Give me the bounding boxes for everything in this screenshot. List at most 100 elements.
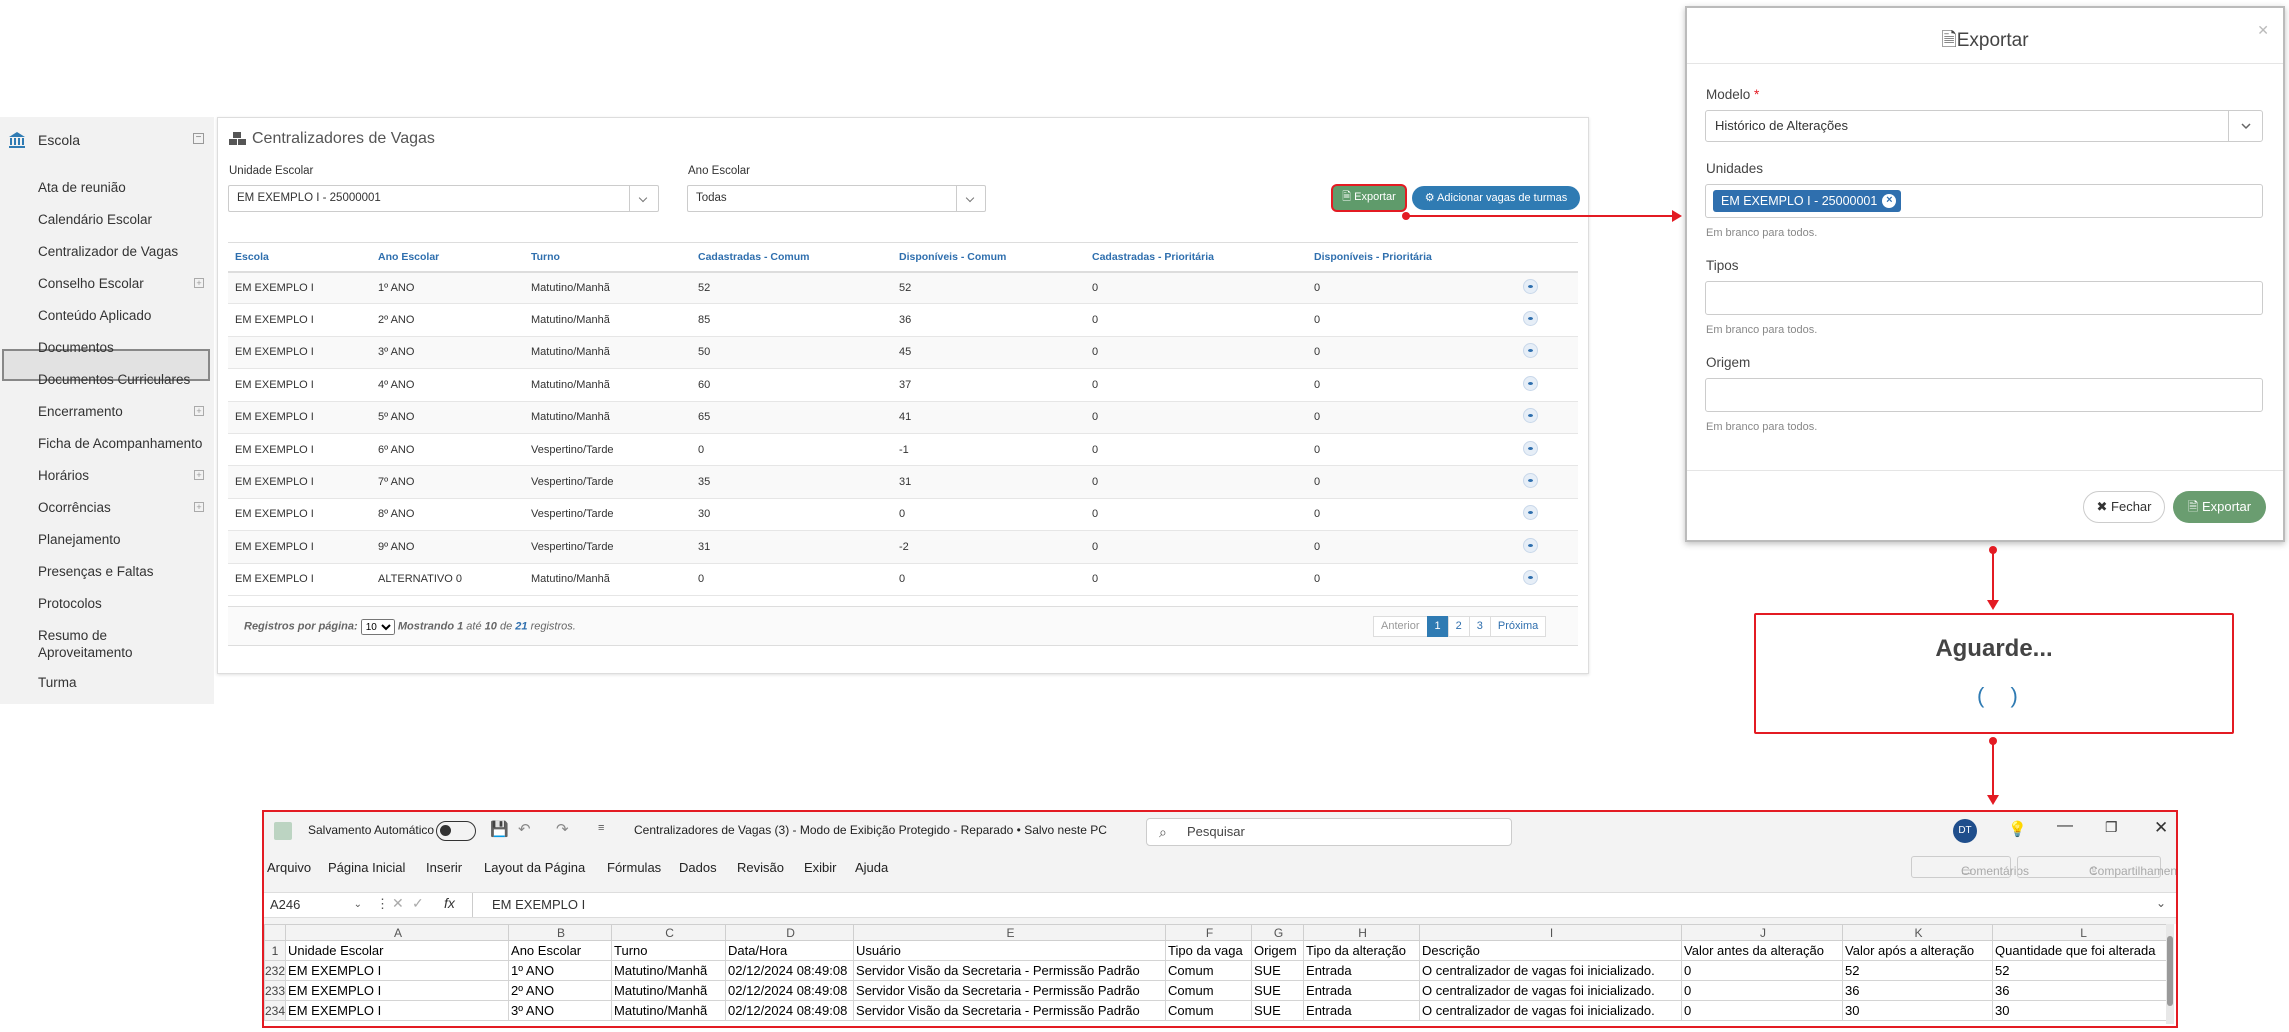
sheet-cell[interactable]: Comum [1165, 980, 1253, 1001]
sidebar-item[interactable]: Ata de reunião [38, 179, 126, 196]
sheet-cell[interactable]: 02/12/2024 08:49:08 [725, 980, 855, 1001]
sheet-cell[interactable]: SUE [1251, 960, 1305, 981]
redo-icon[interactable]: ↷ [556, 820, 569, 838]
sheet-cell[interactable]: Usuário [853, 940, 1167, 961]
sidebar-header[interactable]: Escola − [0, 125, 214, 155]
column-header[interactable]: Disponíveis - Comum [892, 242, 1085, 273]
column-letter[interactable]: F [1165, 924, 1253, 941]
sheet-cell[interactable]: Entrada [1303, 1000, 1421, 1021]
column-letter[interactable]: K [1842, 924, 1994, 941]
column-letter[interactable]: E [853, 924, 1167, 941]
column-letter[interactable]: H [1303, 924, 1421, 941]
column-letter[interactable]: A [285, 924, 510, 941]
unidades-field[interactable]: EM EXEMPLO I - 25000001 × [1705, 184, 2263, 218]
sheet-cell[interactable]: Matutino/Manhã [611, 960, 727, 981]
sidebar-item[interactable]: Horários [38, 467, 89, 484]
close-icon[interactable]: ✕ [2257, 22, 2269, 39]
eye-icon[interactable] [1523, 570, 1538, 586]
sheet-cell[interactable]: Quantidade que foi alterada [1992, 940, 2174, 961]
sheet-cell[interactable]: O centralizador de vagas foi inicializad… [1419, 980, 1683, 1001]
customize-toolbar-icon[interactable]: ≡ [598, 822, 604, 834]
search-input[interactable]: ⌕ Pesquisar [1146, 818, 1512, 846]
sheet-cell[interactable]: SUE [1251, 980, 1305, 1001]
sheet-cell[interactable]: Valor antes da alteração [1681, 940, 1844, 961]
expand-formula-icon[interactable]: ⌄ [2156, 896, 2166, 910]
sheet-cell[interactable]: Turno [611, 940, 727, 961]
tipos-field[interactable] [1705, 281, 2263, 315]
collapse-icon[interactable]: − [193, 133, 204, 144]
sheet-cell[interactable]: 0 [1681, 1000, 1844, 1021]
sidebar-item[interactable]: Presenças e Faltas [38, 563, 154, 580]
sidebar-item[interactable]: Protocolos [38, 595, 102, 612]
sidebar-item[interactable]: Conteúdo Aplicado [38, 307, 151, 324]
sidebar-item[interactable]: Centralizador de Vagas [38, 243, 178, 260]
pager-previous[interactable]: Anterior [1373, 616, 1428, 637]
sheet-cell[interactable]: Tipo da alteração [1303, 940, 1421, 961]
sheet-cell[interactable]: Entrada [1303, 980, 1421, 1001]
lightbulb-icon[interactable]: 💡 [2008, 820, 2027, 838]
sheet-cell[interactable]: Comum [1165, 960, 1253, 981]
sheet-cell[interactable]: Entrada [1303, 960, 1421, 981]
sheet-cell[interactable]: O centralizador de vagas foi inicializad… [1419, 960, 1683, 981]
sheet-cell[interactable]: SUE [1251, 1000, 1305, 1021]
sheet-cell[interactable]: Servidor Visão da Secretaria - Permissão… [853, 960, 1167, 981]
eye-icon[interactable] [1523, 440, 1538, 456]
column-letter[interactable]: L [1992, 924, 2174, 941]
column-header[interactable]: Turno [524, 242, 691, 273]
sheet-cell[interactable]: 3º ANO [508, 1000, 613, 1021]
sheet-cell[interactable]: 0 [1681, 960, 1844, 981]
formula-value[interactable]: EM EXEMPLO I [492, 897, 585, 912]
pager-page-3[interactable]: 3 [1468, 616, 1491, 637]
cancel-icon[interactable]: ✕ [392, 895, 404, 912]
column-letter[interactable]: D [725, 924, 855, 941]
menu-pagina-inicial[interactable]: Página Inicial [328, 860, 405, 875]
column-header[interactable]: Disponíveis - Prioritária [1307, 242, 1516, 273]
sidebar-item[interactable]: Resumo de Aproveitamento [38, 627, 188, 661]
sheet-cell[interactable]: Matutino/Manhã [611, 980, 727, 1001]
sidebar-item[interactable]: Encerramento [38, 403, 123, 420]
menu-ajuda[interactable]: Ajuda [855, 860, 888, 875]
sheet-cell[interactable]: O centralizador de vagas foi inicializad… [1419, 1000, 1683, 1021]
sidebar-item[interactable]: Ficha de Acompanhamento [38, 435, 202, 452]
sheet-cell[interactable]: 30 [1842, 1000, 1994, 1021]
modal-export-button[interactable]: 🗎 Exportar [2173, 491, 2266, 523]
column-letter[interactable]: I [1419, 924, 1683, 941]
vertical-scrollbar[interactable] [2166, 924, 2174, 1024]
per-page-select[interactable]: 10 [360, 619, 395, 635]
eye-icon[interactable] [1523, 278, 1538, 294]
restore-icon[interactable]: ❐ [2105, 819, 2118, 836]
sheet-cell[interactable]: EM EXEMPLO I [285, 1000, 510, 1021]
eye-icon[interactable] [1523, 375, 1538, 391]
column-letter[interactable]: G [1251, 924, 1305, 941]
ano-select[interactable]: Todas [687, 185, 986, 212]
remove-tag-icon[interactable]: × [1882, 194, 1897, 208]
share-button[interactable]: ⇪ Compartilhamento [2017, 856, 2176, 878]
select-all-corner[interactable] [264, 924, 287, 941]
row-number[interactable]: 1 [264, 940, 287, 961]
menu-layout[interactable]: Layout da Página [484, 860, 585, 875]
doc-title[interactable]: Centralizadores de Vagas (3) - Modo de E… [634, 823, 1107, 837]
name-box[interactable]: A246 ⌄ [270, 895, 366, 915]
expand-icon[interactable]: + [194, 470, 204, 480]
column-header[interactable]: Escola [228, 242, 371, 273]
sheet-cell[interactable]: 02/12/2024 08:49:08 [725, 1000, 855, 1021]
modelo-select[interactable]: Histórico de Alterações [1705, 110, 2263, 142]
function-icon[interactable]: fx [444, 895, 455, 911]
column-header[interactable]: Cadastradas - Comum [691, 242, 892, 273]
row-number[interactable]: 233 [264, 980, 287, 1001]
sidebar-item[interactable]: Conselho Escolar [38, 275, 144, 292]
row-number[interactable]: 234 [264, 1000, 287, 1021]
minimize-icon[interactable]: — [2057, 817, 2073, 835]
sheet-cell[interactable]: 0 [1681, 980, 1844, 1001]
sheet-cell[interactable]: 02/12/2024 08:49:08 [725, 960, 855, 981]
menu-dados[interactable]: Dados [679, 860, 717, 875]
origem-field[interactable] [1705, 378, 2263, 412]
sidebar-item[interactable]: Ocorrências [38, 499, 111, 516]
menu-revisao[interactable]: Revisão [737, 860, 784, 875]
sheet-cell[interactable]: 2º ANO [508, 980, 613, 1001]
menu-arquivo[interactable]: Arquivo [267, 860, 311, 875]
sheet-cell[interactable]: Descrição [1419, 940, 1683, 961]
column-header[interactable]: Cadastradas - Prioritária [1085, 242, 1307, 273]
eye-icon[interactable] [1523, 343, 1538, 359]
column-letter[interactable]: J [1681, 924, 1844, 941]
